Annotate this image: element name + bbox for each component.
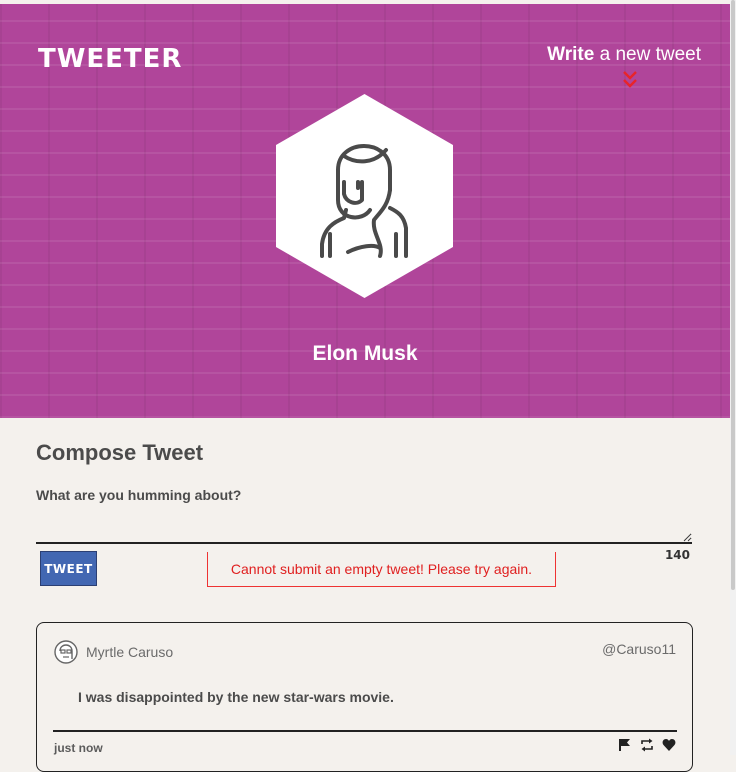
- tweet-divider: [53, 730, 677, 732]
- profile-name: Elon Musk: [312, 342, 418, 365]
- write-link-rest: a new tweet: [594, 44, 701, 65]
- tweet-time: just now: [54, 741, 103, 755]
- compose-label: What are you humming about?: [36, 487, 242, 503]
- scrollbar-thumb[interactable]: [731, 0, 735, 590]
- write-new-tweet-link[interactable]: Write a new tweet: [547, 44, 701, 66]
- tweet-text: I was disappointed by the new star-wars …: [78, 689, 394, 705]
- heart-icon[interactable]: [662, 738, 676, 752]
- compose-title: Compose Tweet: [36, 440, 204, 465]
- flag-icon[interactable]: [618, 738, 632, 752]
- error-text: Cannot submit an empty tweet! Please try…: [230, 561, 533, 577]
- tweet-author: Myrtle Caruso: [86, 644, 174, 660]
- error-message: Cannot submit an empty tweet! Please try…: [207, 552, 556, 587]
- page-scrollbar[interactable]: [730, 0, 736, 755]
- profile-header: TWEETER Write a new tweet Elon Musk: [0, 4, 730, 418]
- site-logo[interactable]: TWEETER: [38, 44, 182, 74]
- write-link-bold: Write: [547, 44, 595, 65]
- resize-grip-icon[interactable]: [683, 533, 692, 542]
- tweet-card: Myrtle Caruso @Caruso11 I was disappoint…: [36, 622, 693, 772]
- double-chevron-down-icon[interactable]: [622, 70, 638, 90]
- tweet-actions: [618, 738, 676, 752]
- retweet-icon[interactable]: [640, 738, 654, 752]
- character-counter: 140: [664, 548, 690, 562]
- tweet-handle: @Caruso11: [602, 641, 676, 657]
- profile-avatar: [276, 94, 453, 298]
- tweet-textarea[interactable]: [36, 508, 692, 544]
- user-avatar-icon: [54, 640, 78, 664]
- tweet-button[interactable]: TWEET: [40, 551, 97, 586]
